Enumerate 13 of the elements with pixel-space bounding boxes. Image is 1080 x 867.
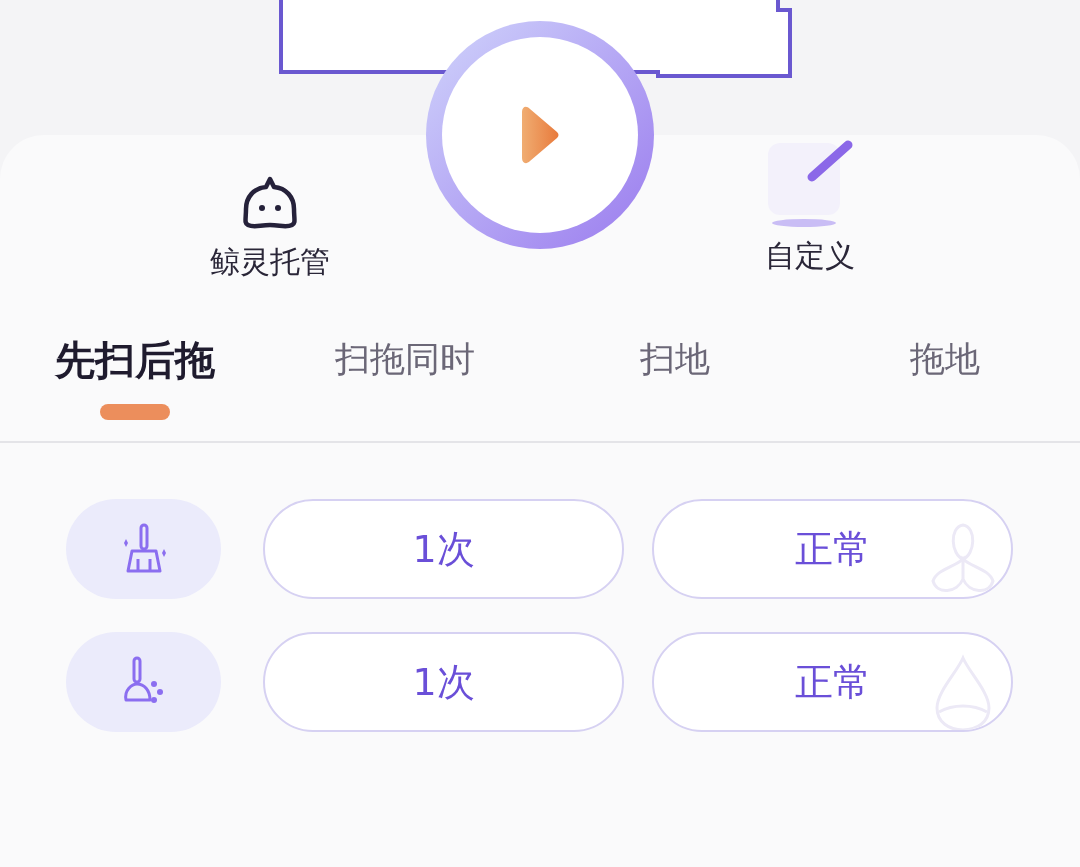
power-button[interactable]: 正常 — [652, 632, 1013, 732]
power-button[interactable]: 正常 — [652, 499, 1013, 599]
play-icon — [520, 106, 560, 164]
mode-tab[interactable]: 拖地 — [810, 290, 1080, 441]
mode-button[interactable]: 自定义 — [710, 135, 910, 278]
mode-button[interactable]: 鲸灵托管 — [170, 135, 370, 284]
ghost-icon — [240, 175, 300, 231]
tab-underline — [100, 404, 170, 420]
mode-tab[interactable]: 扫拖同时 — [270, 290, 540, 441]
times-button[interactable]: 1次 — [263, 499, 624, 599]
mode-tab[interactable]: 先扫后拖 — [0, 290, 270, 441]
mode-tab[interactable]: 扫地 — [540, 290, 810, 441]
times-button[interactable]: 1次 — [263, 632, 624, 732]
